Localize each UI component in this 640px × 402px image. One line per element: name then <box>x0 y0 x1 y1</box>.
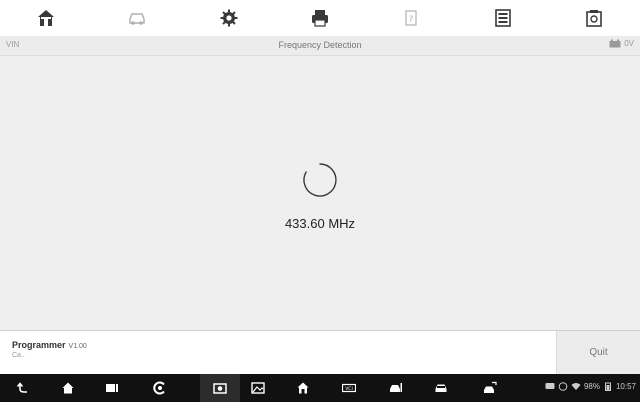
screenshot-button[interactable] <box>549 0 640 36</box>
help-button[interactable]: ? <box>366 0 457 36</box>
app-subtitle: Ca.. <box>12 352 25 359</box>
svg-text:?: ? <box>409 15 414 25</box>
app-info: Programmer V1.00 <box>12 340 87 350</box>
gallery-button[interactable] <box>250 381 266 395</box>
settings-icon <box>220 9 238 27</box>
vehicle-icon <box>129 13 145 25</box>
vehicle-button[interactable] <box>91 0 182 36</box>
vehicle-button[interactable] <box>433 381 449 395</box>
frequency-value: 433.60 MHz <box>284 216 356 231</box>
app-name: Programmer <box>12 340 66 350</box>
quit-button[interactable]: Quit <box>556 331 640 374</box>
info-bar: VIN Frequency Detection 0V <box>0 36 640 56</box>
car-icon <box>435 384 447 392</box>
page-title: Frequency Detection <box>278 40 362 50</box>
camera-icon <box>213 383 227 394</box>
chrome-button[interactable] <box>152 381 168 395</box>
main-content: 433.60 MHz <box>0 56 640 330</box>
car-battery-icon <box>609 39 621 48</box>
screenshot-icon <box>586 10 603 27</box>
autel-home-button[interactable] <box>295 381 311 395</box>
remote-vehicle-icon <box>484 381 497 393</box>
clock-icon <box>558 382 568 391</box>
loading-spinner-icon <box>303 163 337 197</box>
browser-icon <box>153 381 165 395</box>
home-button[interactable] <box>0 0 91 36</box>
nav-home-button[interactable] <box>60 381 76 395</box>
battery-voltage-value: 0V <box>624 39 634 48</box>
gallery-icon <box>251 382 265 394</box>
system-nav-bar: VCI 98% 10:57 <box>0 374 640 402</box>
remote-desk-button[interactable] <box>482 381 498 395</box>
settings-button[interactable] <box>183 0 274 36</box>
camera-button[interactable] <box>212 381 228 395</box>
status-tray: 98% 10:57 <box>545 382 636 391</box>
vci-button[interactable]: VCI <box>341 381 357 395</box>
battery-icon <box>604 382 611 391</box>
battery-percent: 98% <box>583 382 600 391</box>
clock-time: 10:57 <box>615 382 636 391</box>
battery-voltage: 0V <box>609 39 634 48</box>
top-toolbar: ? <box>0 0 640 36</box>
vehicle-service-icon <box>390 383 402 392</box>
message-icon <box>545 383 555 389</box>
data-manager-button[interactable] <box>457 0 548 36</box>
print-icon <box>311 10 328 27</box>
wifi-icon <box>571 383 581 390</box>
home-icon <box>62 382 74 394</box>
footer-bar: Programmer V1.00 Ca.. Quit <box>0 330 640 374</box>
help-icon: ? <box>405 10 417 26</box>
back-button[interactable] <box>15 381 31 395</box>
back-icon <box>16 382 27 393</box>
home-icon <box>37 10 54 26</box>
app-version: V1.00 <box>68 343 87 350</box>
svg-text:VCI: VCI <box>345 386 353 392</box>
recent-apps-icon <box>106 384 118 392</box>
vci-icon: VCI <box>342 383 356 393</box>
vehicle-service-button[interactable] <box>388 381 404 395</box>
home-icon <box>297 382 309 394</box>
print-button[interactable] <box>274 0 365 36</box>
data-manager-icon <box>495 9 511 27</box>
recent-apps-button[interactable] <box>104 381 120 395</box>
